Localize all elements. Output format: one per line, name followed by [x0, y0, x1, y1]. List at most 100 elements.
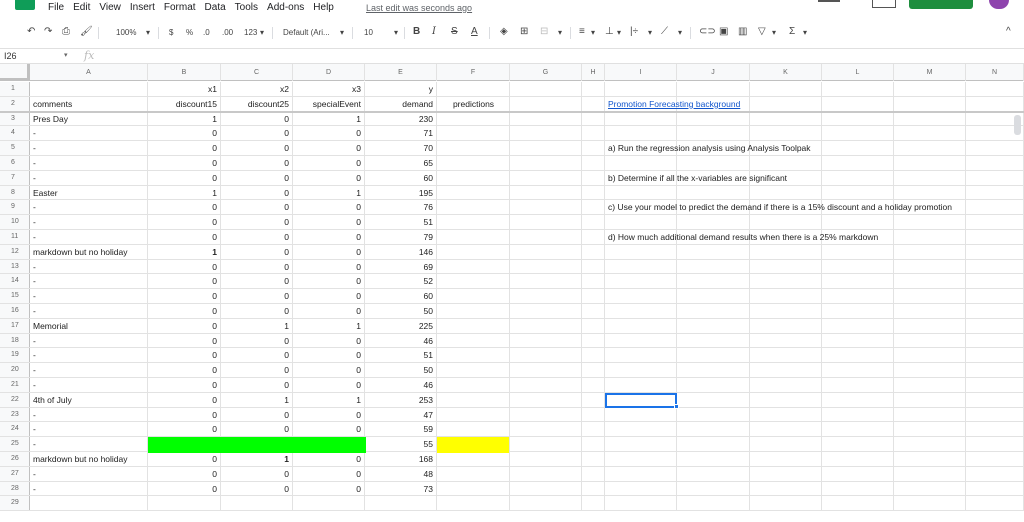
column-header-m[interactable]: M [894, 64, 966, 81]
cell-e11[interactable]: 79 [365, 230, 437, 244]
grid-cell[interactable] [750, 437, 822, 451]
grid-cell[interactable] [966, 185, 1024, 200]
grid-cell[interactable] [966, 348, 1024, 363]
cell-d11[interactable]: 0 [293, 230, 365, 244]
vertical-scrollbar[interactable] [1014, 115, 1021, 135]
cell-b8[interactable]: 1 [148, 186, 221, 200]
cell-e12[interactable]: 146 [365, 245, 437, 259]
row-header[interactable]: 7 [0, 170, 30, 185]
chevron-down-icon[interactable]: ▾ [617, 28, 621, 37]
grid-cell[interactable] [582, 466, 605, 481]
share-button[interactable] [909, 0, 973, 9]
row-header[interactable]: 27 [0, 466, 30, 481]
menu-tools[interactable]: Tools [235, 2, 258, 13]
insert-comment-icon[interactable]: ▣ [719, 26, 728, 37]
grid-cell[interactable] [750, 82, 822, 96]
cell-i23[interactable] [605, 408, 608, 422]
cell-i14[interactable] [605, 274, 608, 288]
grid-cell[interactable] [750, 126, 822, 141]
cell-i15[interactable] [605, 289, 608, 303]
column-header-j[interactable]: J [677, 64, 750, 81]
grid-cell[interactable] [510, 378, 582, 392]
grid-cell[interactable] [677, 333, 750, 348]
cell-a13[interactable]: - [30, 260, 148, 274]
cell-f10[interactable] [437, 215, 510, 229]
column-header-c[interactable]: C [221, 64, 293, 81]
chevron-down-icon[interactable]: ▾ [340, 28, 344, 37]
grid-cell[interactable] [894, 170, 966, 185]
cell-a24[interactable]: - [30, 422, 148, 436]
cell-b10[interactable]: 0 [148, 215, 221, 229]
increase-decimal-button[interactable]: .00 [222, 28, 233, 37]
cell-f8[interactable] [437, 186, 510, 200]
grid-cell[interactable] [582, 82, 605, 96]
menu-format[interactable]: Format [164, 2, 196, 13]
grid-cell[interactable] [750, 318, 822, 333]
cell-i13[interactable] [605, 260, 608, 274]
cell-i10[interactable] [605, 215, 608, 229]
grid-cell[interactable] [822, 422, 894, 437]
cell-b18[interactable]: 0 [148, 334, 221, 348]
column-header-g[interactable]: G [510, 64, 582, 81]
row-header[interactable]: 8 [0, 185, 30, 200]
row-header[interactable]: 21 [0, 378, 30, 392]
row-header[interactable]: 9 [0, 200, 30, 215]
grid-cell[interactable] [894, 126, 966, 141]
grid-cell[interactable] [822, 304, 894, 318]
collapse-toolbar-icon[interactable]: ^ [1006, 26, 1011, 37]
grid-cell[interactable] [822, 126, 894, 141]
cell-d8[interactable]: 1 [293, 186, 365, 200]
grid-cell[interactable] [677, 466, 750, 481]
grid-cell[interactable] [677, 82, 750, 96]
cell-b7[interactable]: 0 [148, 171, 221, 185]
cell-a19[interactable]: - [30, 348, 148, 362]
cell-e22[interactable]: 253 [365, 393, 437, 407]
row-header[interactable]: 26 [0, 452, 30, 466]
grid-cell[interactable] [894, 318, 966, 333]
column-header-d[interactable]: D [293, 64, 365, 81]
grid-cell[interactable] [605, 363, 677, 377]
cell-c2[interactable]: discount25 [221, 97, 293, 111]
grid-cell[interactable] [510, 496, 582, 511]
cell-i19[interactable] [605, 348, 608, 362]
chevron-down-icon[interactable]: ▾ [394, 28, 398, 37]
cell-b13[interactable]: 0 [148, 260, 221, 274]
grid-cell[interactable] [510, 333, 582, 348]
cell-e25[interactable]: 55 [365, 437, 437, 451]
cell-e13[interactable]: 69 [365, 260, 437, 274]
cell-c3[interactable]: 0 [221, 112, 293, 126]
grid-cell[interactable] [894, 466, 966, 481]
cell-d13[interactable]: 0 [293, 260, 365, 274]
cell-d7[interactable]: 0 [293, 171, 365, 185]
grid-cell[interactable] [822, 437, 894, 451]
cell-a23[interactable]: - [30, 408, 148, 422]
grid-cell[interactable] [605, 215, 677, 229]
row-header[interactable]: 29 [0, 496, 30, 511]
cell-e3[interactable]: 230 [365, 112, 437, 126]
grid-cell[interactable] [894, 333, 966, 348]
grid-cell[interactable] [582, 185, 605, 200]
grid-cell[interactable] [582, 333, 605, 348]
grid-cell[interactable] [582, 170, 605, 185]
grid-cell[interactable] [894, 378, 966, 392]
cell-d19[interactable]: 0 [293, 348, 365, 362]
grid-cell[interactable] [750, 378, 822, 392]
grid-cell[interactable] [582, 481, 605, 496]
cell-a16[interactable]: - [30, 304, 148, 318]
grid-cell[interactable] [677, 407, 750, 422]
grid-cell[interactable] [605, 274, 677, 289]
grid-cell[interactable] [822, 481, 894, 496]
grid-cell[interactable] [750, 185, 822, 200]
chevron-down-icon[interactable]: ▾ [146, 28, 150, 37]
grid-cell[interactable] [822, 156, 894, 170]
grid-cell[interactable] [677, 422, 750, 437]
grid-cell[interactable] [582, 244, 605, 259]
cell-a8[interactable]: Easter [30, 186, 148, 200]
grid-cell[interactable] [966, 200, 1024, 215]
cell-d29[interactable] [293, 496, 365, 510]
cell-f15[interactable] [437, 289, 510, 303]
cell-b11[interactable]: 0 [148, 230, 221, 244]
cell-f14[interactable] [437, 274, 510, 288]
grid-cell[interactable] [822, 333, 894, 348]
grid-cell[interactable] [510, 215, 582, 229]
